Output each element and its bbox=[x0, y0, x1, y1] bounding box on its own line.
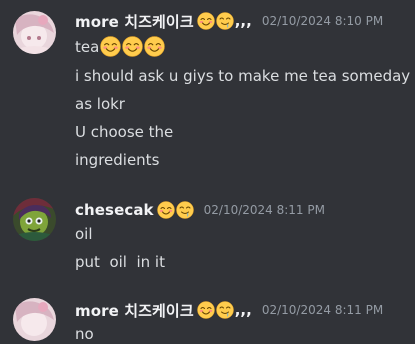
avatar[interactable] bbox=[13, 298, 56, 341]
message-text: put oil in it bbox=[75, 253, 165, 271]
message-text: oil bbox=[75, 225, 93, 243]
timestamp[interactable]: 02/10/2024 8:11 PM bbox=[262, 303, 383, 317]
message-line: no bbox=[75, 324, 94, 344]
message-text: ingredients bbox=[75, 151, 160, 169]
smiling-face-icon bbox=[157, 201, 175, 219]
message-line: as lokr bbox=[75, 94, 125, 114]
message-line: i should ask u giys to make me tea somed… bbox=[75, 66, 410, 86]
drooling-face-icon bbox=[176, 201, 194, 219]
message-group: chesecak 02/10/2024 8:11 PM oil put oil … bbox=[0, 190, 415, 280]
username[interactable]: more 치즈케이크 bbox=[75, 300, 194, 321]
message-group: more 치즈케이크 ,,, 02/10/2024 8:11 PM no bbox=[0, 288, 415, 343]
message-header: more 치즈케이크 ,,, 02/10/2024 8:11 PM bbox=[75, 299, 383, 321]
timestamp[interactable]: 02/10/2024 8:11 PM bbox=[204, 203, 325, 217]
drooling-face-icon bbox=[197, 12, 215, 30]
message-text: tea bbox=[75, 37, 100, 56]
message-group: more 치즈케이크 ,,, 02/10/2024 8:10 PM tea i … bbox=[0, 0, 415, 180]
message-feed: more 치즈케이크 ,,, 02/10/2024 8:10 PM tea i … bbox=[0, 0, 415, 343]
message-line: ingredients bbox=[75, 150, 159, 170]
message-text: no bbox=[75, 325, 94, 343]
smiling-face-icon bbox=[122, 36, 143, 57]
timestamp[interactable]: 02/10/2024 8:10 PM bbox=[262, 14, 383, 28]
smiling-face-icon bbox=[100, 36, 121, 57]
message-line: oil bbox=[75, 224, 93, 244]
message-line: U choose the bbox=[75, 122, 173, 142]
smiling-face-icon bbox=[144, 36, 165, 57]
username-suffix: ,,, bbox=[234, 301, 252, 319]
drooling-face-icon bbox=[216, 12, 234, 30]
message-line: tea bbox=[75, 36, 165, 57]
username[interactable]: more 치즈케이크 bbox=[75, 11, 194, 32]
message-header: more 치즈케이크 ,,, 02/10/2024 8:10 PM bbox=[75, 10, 383, 32]
avatar[interactable] bbox=[13, 11, 56, 54]
avatar[interactable] bbox=[13, 198, 56, 241]
username-suffix: ,,, bbox=[234, 12, 252, 30]
message-line: put oil in it bbox=[75, 252, 165, 272]
smiling-face-icon bbox=[197, 301, 215, 319]
message-header: chesecak 02/10/2024 8:11 PM bbox=[75, 199, 325, 221]
drooling-face-icon bbox=[216, 301, 234, 319]
message-text: U choose the bbox=[75, 123, 174, 141]
message-text: i should ask u giys to make me tea somed… bbox=[75, 67, 411, 85]
message-text: as lokr bbox=[75, 95, 125, 113]
username[interactable]: chesecak bbox=[75, 201, 154, 219]
